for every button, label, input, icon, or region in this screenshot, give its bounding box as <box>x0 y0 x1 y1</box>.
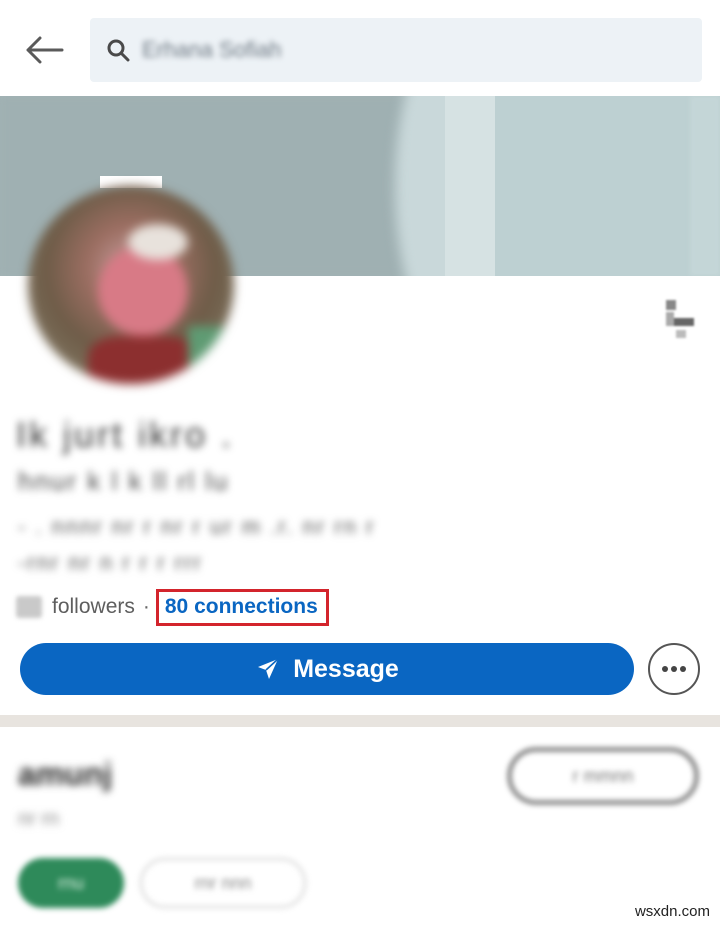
search-input[interactable]: Erhana Sofiah <box>90 18 702 82</box>
profile-name: Ik jurt ikro . <box>16 414 235 455</box>
profile-avatar-container <box>14 176 246 388</box>
section-subtitle: nr rn <box>18 808 60 830</box>
section-action-button[interactable]: r mmnn <box>508 748 698 804</box>
connections-link[interactable]: 80 connections <box>155 588 329 626</box>
avatar[interactable] <box>28 186 234 384</box>
arrow-left-icon <box>26 36 64 64</box>
section-title: amunj <box>18 756 113 792</box>
profile-location-line: - . nnnr nr r nr r ur m .r. nr rn r <box>18 514 376 539</box>
message-button[interactable]: Message <box>20 643 634 695</box>
edit-icon[interactable] <box>660 296 700 344</box>
watermark: wsxdn.com <box>634 903 710 920</box>
separator-dot: · <box>142 595 150 618</box>
search-icon <box>104 36 132 64</box>
search-query-text: Erhana Sofiah <box>142 37 282 62</box>
more-options-button[interactable] <box>648 643 700 695</box>
back-button[interactable] <box>20 28 68 72</box>
top-bar: Erhana Sofiah <box>0 0 720 96</box>
secondary-chip-button[interactable]: rnr nnn <box>140 858 306 908</box>
paper-plane-icon <box>255 656 281 682</box>
ellipsis-icon <box>662 666 686 672</box>
stats-row: followers · 80 connections <box>16 588 329 626</box>
followers-count <box>16 596 42 618</box>
message-button-label: Message <box>293 654 399 683</box>
followers-label: followers <box>52 595 135 618</box>
profile-location-line-2: -rnr nr n r r r rrr <box>18 550 203 575</box>
profile-headline: hnur k l k ll rl lu <box>18 466 230 496</box>
open-to-button[interactable]: rnu <box>18 858 124 908</box>
section-divider <box>0 715 720 727</box>
